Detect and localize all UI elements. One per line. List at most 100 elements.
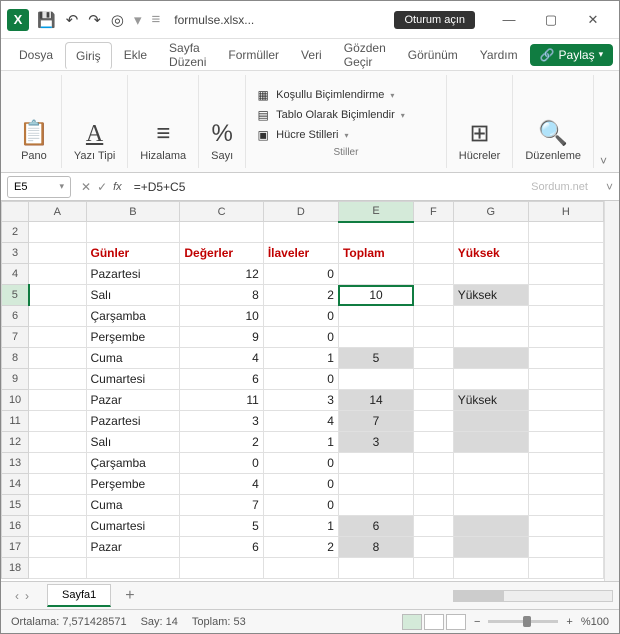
row-header[interactable]: 5: [2, 285, 29, 306]
cell[interactable]: 1: [263, 432, 338, 453]
cell[interactable]: [453, 411, 528, 432]
cell[interactable]: Yüksek: [453, 243, 528, 264]
cell[interactable]: 2: [180, 432, 263, 453]
col-header-F[interactable]: F: [414, 202, 454, 222]
tab-layout[interactable]: Sayfa Düzeni: [159, 35, 216, 75]
sheet-prev-icon[interactable]: ‹: [15, 589, 19, 603]
cell[interactable]: Cuma: [86, 348, 180, 369]
cell[interactable]: [29, 306, 86, 327]
col-header-C[interactable]: C: [180, 202, 263, 222]
cell[interactable]: 0: [263, 306, 338, 327]
cell[interactable]: Toplam: [338, 243, 413, 264]
cell[interactable]: 3: [263, 390, 338, 411]
cell[interactable]: [528, 306, 603, 327]
cell[interactable]: [338, 453, 413, 474]
cell[interactable]: Yüksek: [453, 390, 528, 411]
fx-icon[interactable]: fx: [113, 181, 122, 193]
col-header-D[interactable]: D: [263, 202, 338, 222]
cell[interactable]: 0: [263, 495, 338, 516]
cell[interactable]: 4: [180, 474, 263, 495]
format-as-table-button[interactable]: ▤ Tablo Olarak Biçimlendir ▾: [256, 105, 436, 125]
cell[interactable]: [29, 474, 86, 495]
row-header[interactable]: 17: [2, 537, 29, 558]
cell[interactable]: Pazar: [86, 390, 180, 411]
cell[interactable]: 6: [180, 369, 263, 390]
cell[interactable]: [338, 495, 413, 516]
cell[interactable]: Değerler: [180, 243, 263, 264]
cell[interactable]: 1: [263, 348, 338, 369]
cell[interactable]: [29, 243, 86, 264]
cell[interactable]: Yüksek: [453, 285, 528, 306]
cell[interactable]: [29, 285, 86, 306]
tab-help[interactable]: Yardım: [470, 42, 528, 68]
cell[interactable]: 10: [180, 306, 263, 327]
cell[interactable]: [414, 285, 454, 306]
cell[interactable]: 3: [338, 432, 413, 453]
cell[interactable]: [338, 369, 413, 390]
row-header[interactable]: 6: [2, 306, 29, 327]
cell[interactable]: [414, 411, 454, 432]
cell[interactable]: [453, 516, 528, 537]
name-box[interactable]: E5 ▾: [7, 176, 71, 198]
collapse-ribbon-button[interactable]: ˅: [594, 75, 613, 168]
cell[interactable]: [528, 222, 603, 243]
cancel-formula-icon[interactable]: ✕: [81, 180, 91, 194]
cell[interactable]: [180, 222, 263, 243]
cell[interactable]: [528, 453, 603, 474]
zoom-level[interactable]: %100: [581, 616, 609, 628]
cell[interactable]: 0: [263, 369, 338, 390]
cell[interactable]: [338, 264, 413, 285]
expand-formula-bar-icon[interactable]: ˅: [600, 180, 619, 194]
cell[interactable]: Salı: [86, 432, 180, 453]
cell[interactable]: 5: [180, 516, 263, 537]
cell[interactable]: [528, 348, 603, 369]
cell[interactable]: [453, 369, 528, 390]
cell[interactable]: [453, 495, 528, 516]
cell[interactable]: [528, 411, 603, 432]
cell[interactable]: Cuma: [86, 495, 180, 516]
cell[interactable]: [414, 222, 454, 243]
cell[interactable]: 8: [180, 285, 263, 306]
cell[interactable]: [414, 453, 454, 474]
cell[interactable]: 0: [263, 264, 338, 285]
editing-button[interactable]: 🔍 Düzenleme: [521, 115, 585, 166]
cell[interactable]: [453, 348, 528, 369]
cell[interactable]: [414, 243, 454, 264]
close-button[interactable]: ✕: [573, 5, 613, 35]
formula-input[interactable]: =+D5+C5: [126, 178, 531, 196]
cell[interactable]: [180, 558, 263, 579]
redo-icon[interactable]: ↷: [88, 11, 101, 29]
cell[interactable]: [29, 516, 86, 537]
cell[interactable]: [29, 222, 86, 243]
cell[interactable]: 3: [180, 411, 263, 432]
tab-data[interactable]: Veri: [291, 42, 332, 68]
tab-home[interactable]: Giriş: [65, 42, 112, 70]
cell[interactable]: [29, 537, 86, 558]
tab-review[interactable]: Gözden Geçir: [334, 35, 396, 75]
page-break-view-button[interactable]: [446, 614, 466, 630]
minimize-button[interactable]: —: [489, 5, 529, 35]
cells-button[interactable]: ⊞ Hücreler: [455, 115, 505, 166]
cell[interactable]: [29, 264, 86, 285]
cell[interactable]: [453, 327, 528, 348]
cell[interactable]: [414, 432, 454, 453]
row-header[interactable]: 9: [2, 369, 29, 390]
cell[interactable]: 0: [263, 474, 338, 495]
camera-icon[interactable]: ◎: [111, 11, 124, 29]
cell[interactable]: Günler: [86, 243, 180, 264]
scrollbar-thumb[interactable]: [454, 591, 504, 601]
cell[interactable]: Çarşamba: [86, 306, 180, 327]
zoom-in-button[interactable]: +: [566, 616, 572, 628]
cell[interactable]: 5: [338, 348, 413, 369]
cell[interactable]: 9: [180, 327, 263, 348]
cell[interactable]: [414, 558, 454, 579]
cell[interactable]: 1: [263, 516, 338, 537]
zoom-thumb[interactable]: [523, 616, 531, 627]
cell[interactable]: 0: [180, 453, 263, 474]
cell[interactable]: [414, 264, 454, 285]
row-header[interactable]: 18: [2, 558, 29, 579]
cell[interactable]: [453, 264, 528, 285]
cell[interactable]: [528, 327, 603, 348]
cell[interactable]: Salı: [86, 285, 180, 306]
cell[interactable]: 12: [180, 264, 263, 285]
